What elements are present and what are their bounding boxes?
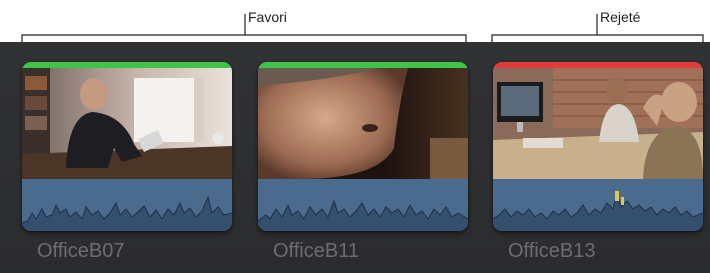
clip-name-label: OfficeB11 [273, 240, 359, 262]
rejected-bracket [491, 34, 704, 42]
audio-waveform [258, 179, 468, 231]
favorite-bracket [21, 34, 467, 42]
clip-filmstrip-officeb07[interactable] [22, 62, 232, 231]
audio-waveform [493, 179, 703, 231]
figure: Favori Rejeté OfficeB07 OfficeB11 Office… [0, 0, 710, 273]
clip-thumbnail [493, 68, 703, 179]
clip-thumbnail [22, 68, 232, 179]
clip-filmstrip-officeb13[interactable] [493, 62, 703, 231]
clip-filmstrip-officeb11[interactable] [258, 62, 468, 231]
clip-name-label: OfficeB13 [508, 240, 596, 262]
rejected-annotation-label: Rejeté [600, 9, 641, 25]
favorite-annotation-label: Favori [248, 9, 287, 25]
clip-thumbnail [258, 68, 468, 179]
audio-waveform [22, 179, 232, 231]
clip-name-label: OfficeB07 [37, 240, 125, 262]
